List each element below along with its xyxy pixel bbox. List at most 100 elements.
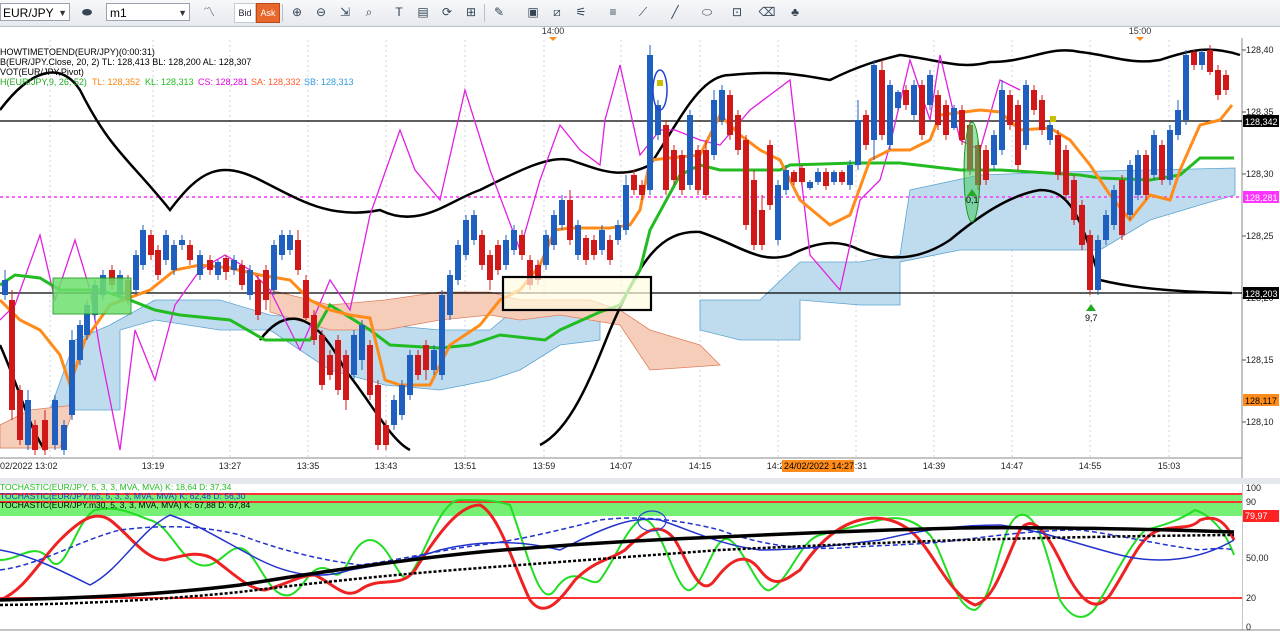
timeframe-select[interactable]: m1 ▼ [106,3,190,21]
candle-body [17,390,23,440]
candle-body [1111,190,1117,225]
symbol-select[interactable]: EUR/JPY ▼ [0,3,70,21]
chart-area[interactable]: 0,19,7 14:00 15:00128,40128,35128,30128,2… [0,26,1280,640]
fractal-label: 0,1 [966,195,979,205]
time-axis-label: 15:03 [1158,461,1181,471]
candle-body [1127,165,1133,215]
candle-body [367,345,373,395]
candle-body [471,215,477,240]
refresh-icon[interactable]: ⟳ [438,4,456,21]
text-icon[interactable]: T [390,4,408,21]
candle-body [919,85,925,135]
candle-body [207,260,213,270]
candle-body [9,300,15,410]
candle-body [295,240,301,270]
line-chart-icon[interactable]: 〽 [200,4,218,21]
oscillator-value-label: 79,97 [1245,511,1268,521]
price-tag-label: 128,117 [1245,396,1277,406]
candle-body [231,260,237,270]
lines-icon[interactable]: ⚟ [572,4,590,21]
candle-body [148,235,154,255]
ask-button[interactable]: Ask [256,3,280,23]
template-icon[interactable]: ▤ [414,4,432,21]
price-tick-label: 128,40 [1246,45,1274,55]
candle-body [69,340,75,415]
candle-body [591,240,597,255]
trendlines-icon[interactable]: ⧄ [548,4,566,21]
price-tick-label: 128,15 [1246,355,1274,365]
candle-body [887,85,893,145]
candle-body [807,182,813,188]
fibonacci-icon[interactable]: ≡ [604,4,622,21]
bid-button[interactable]: Bid [234,3,256,23]
tree-icon[interactable]: ♣ [786,4,804,21]
candle-body [815,172,821,182]
candle-body [871,65,877,140]
zoom-out-icon[interactable]: ⊖ [312,4,330,21]
candle-body [1039,100,1045,130]
candle-body [935,95,941,125]
candle-body [1151,135,1157,175]
oscillator-tick-label: 20 [1246,593,1256,603]
chart-type-icon[interactable]: ⬬ [78,4,96,21]
candle-body [1167,130,1173,180]
stochastic-panel[interactable]: 1009050,0020079,97TOCHASTIC(EUR/JPY, 5, … [0,482,1279,632]
candle-body [1023,85,1029,145]
shape-icon[interactable]: ⬭ [698,4,716,21]
candle-body [463,220,469,255]
candle-body [983,150,989,180]
ichimoku-legend-item: KL: 128,313 [145,77,194,87]
pen-icon[interactable]: ⟋ [634,4,652,21]
candle-body [133,255,139,290]
candle-body [559,200,565,225]
candle-body [1159,145,1165,180]
time-axis-label: 13:59 [533,461,556,471]
candle-body [279,235,285,255]
candle-body [1087,235,1093,290]
time-axis-label: 13:35 [297,461,320,471]
candle-body [1223,75,1229,90]
candle-body [52,400,58,445]
indicator-legend-line: VOT(EUR/JPY,Pivot) [0,67,84,77]
candle-body [823,172,829,186]
candle-body [663,125,669,190]
candle-body [327,355,333,375]
objects-icon[interactable]: ⊡ [728,4,746,21]
candle-body [519,235,525,255]
candle-body [155,250,161,275]
candle-body [1095,240,1101,290]
candle-body [695,150,701,190]
candle-body [583,238,589,260]
candle-body [140,230,146,265]
price-tick-label: 128,25 [1246,231,1274,241]
fit-icon[interactable]: ⌕ [360,4,378,21]
candle-body [687,115,693,185]
candle-body [679,155,685,190]
candle-body [839,172,845,182]
candle-body [911,85,917,115]
candle-body [647,55,653,190]
candle-body [1143,155,1149,195]
oscillator-tick-label: 50,00 [1246,553,1269,563]
candle-body [1119,180,1125,235]
chevron-down-icon: ▼ [58,8,67,18]
pencil-icon[interactable]: ✎ [490,4,508,21]
chart-scale-icon[interactable]: ⇲ [336,4,354,21]
time-axis-label: 14:39 [923,461,946,471]
top-time-label: 15:00 [1129,26,1152,36]
time-axis-label: 14:47 [1001,461,1024,471]
candle-body [42,420,48,450]
candle-body [171,245,177,270]
candle-body [735,115,741,150]
candle-body [631,175,637,190]
image-icon[interactable]: ▣ [524,4,542,21]
zoom-in-icon[interactable]: ⊕ [288,4,306,21]
candle-body [1191,52,1197,65]
draw-line-icon[interactable]: ╱ [666,4,684,21]
candle-body [415,355,421,375]
candle-body [551,215,557,245]
indicators-icon[interactable]: ⊞ [462,4,480,21]
candle-body [375,385,381,445]
eraser-icon[interactable]: ⌫ [758,4,776,21]
candle-body [223,258,229,272]
